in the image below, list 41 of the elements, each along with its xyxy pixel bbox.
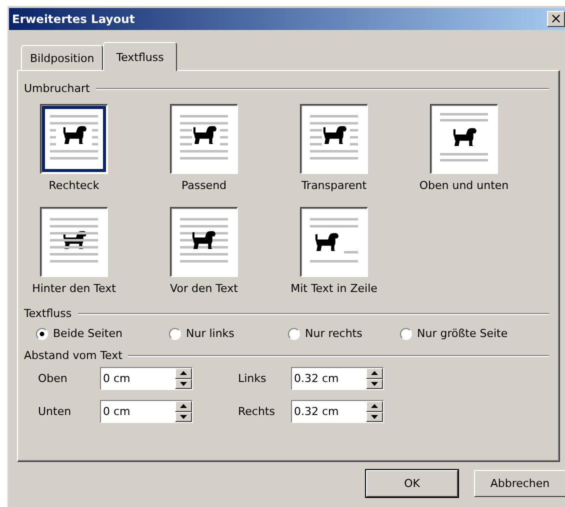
field-label: Rechts — [238, 405, 276, 418]
tab[interactable]: Textfluss — [103, 42, 177, 71]
radio-icon[interactable] — [400, 328, 412, 340]
dialog-button[interactable]: OK — [366, 470, 458, 497]
radio-button[interactable]: Beide Seiten — [36, 327, 169, 340]
spin-box[interactable]: 0 cm — [100, 400, 193, 423]
close-button[interactable]: × — [547, 11, 565, 27]
triangle-down-icon — [371, 414, 378, 419]
triangle-down-icon — [371, 382, 378, 386]
triangle-up-icon — [371, 371, 378, 376]
spin-box[interactable]: 0 cm — [100, 367, 193, 390]
field-label: Links — [238, 372, 268, 385]
spin-down-button[interactable] — [175, 412, 192, 422]
window-title: Erweitertes Layout — [11, 12, 135, 26]
radio-button[interactable]: Nur größte Seite — [400, 327, 550, 340]
section-title: Abstand vom Text — [24, 349, 122, 362]
spin-down-button[interactable] — [366, 378, 383, 389]
field-label: Oben — [38, 372, 68, 385]
tab[interactable]: Bildposition — [21, 45, 104, 70]
spin-box[interactable]: 0.32 cm — [291, 367, 384, 390]
section-title: Textfluss — [24, 307, 72, 320]
spin-down-button[interactable] — [366, 412, 383, 422]
radio-button[interactable]: Nur rechts — [288, 327, 400, 340]
triangle-up-icon — [180, 404, 187, 408]
spin-up-button[interactable] — [175, 401, 192, 412]
spin-up-button[interactable] — [366, 368, 383, 378]
triangle-down-icon — [180, 382, 187, 386]
triangle-up-icon — [371, 404, 378, 408]
spin-up-button[interactable] — [175, 368, 192, 378]
dialog-button[interactable]: Abbrechen — [474, 470, 565, 497]
radio-icon[interactable] — [169, 328, 181, 340]
triangle-down-icon — [180, 414, 187, 419]
section-title: Umbruchart — [24, 82, 90, 95]
triangle-up-icon — [180, 371, 187, 376]
radio-icon[interactable] — [288, 328, 300, 340]
spin-down-button[interactable] — [175, 378, 192, 389]
field-label: Unten — [38, 405, 72, 418]
spin-box[interactable]: 0.32 cm — [291, 400, 384, 423]
radio-button[interactable]: Nur links — [169, 327, 288, 340]
radio-icon[interactable] — [36, 328, 48, 340]
spin-up-button[interactable] — [366, 401, 383, 412]
